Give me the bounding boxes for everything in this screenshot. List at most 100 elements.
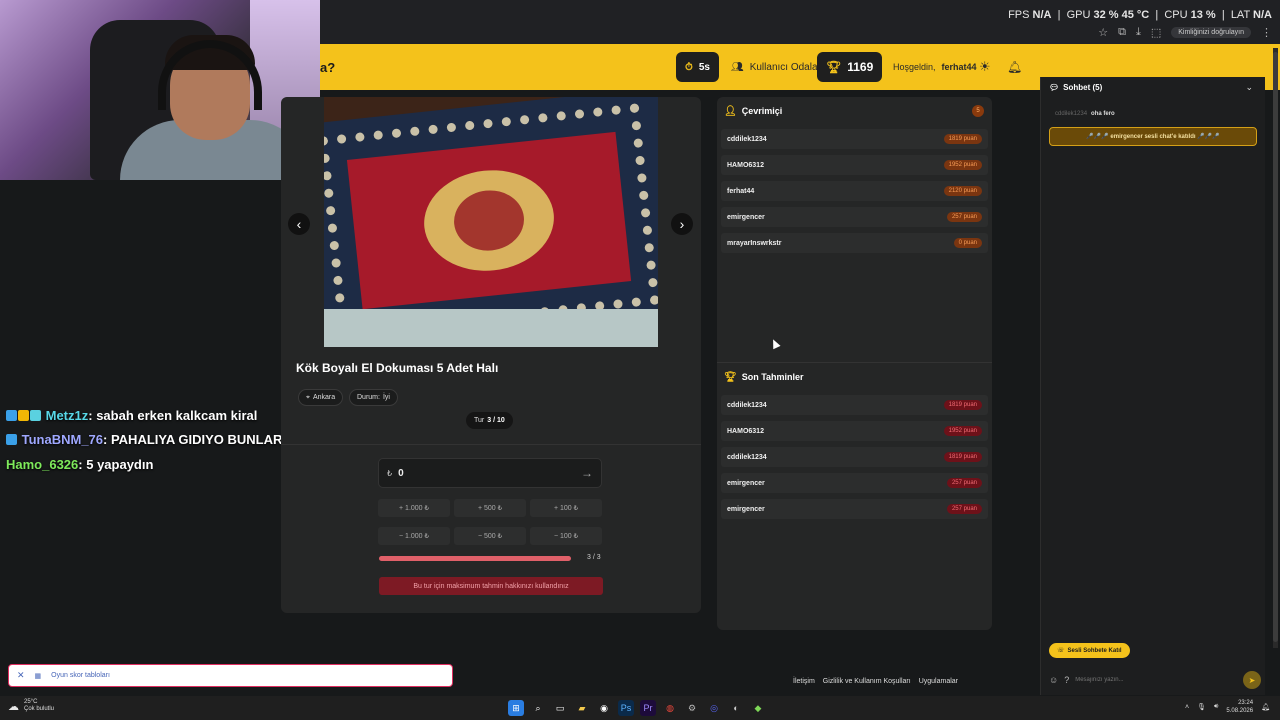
footer-links: İletişim Gizlilik ve Kullanım Koşulları …	[793, 678, 958, 685]
voice-join-notice: 🎤🎤🎤 emirgencer sesli chat'e katıldı 🎤🎤🎤	[1049, 127, 1257, 146]
product-title: Kök Boyalı El Dokuması 5 Adet Halı	[296, 361, 499, 375]
guess-row: emirgencer 257 puan	[721, 499, 988, 519]
guess-row: HAMO6312 1952 puan	[721, 421, 988, 441]
player-row: ferhat44 2120 puan	[721, 181, 988, 201]
product-card: ‹ › Kök Boyalı El Dokuması 5 Adet Halı ⌖…	[281, 97, 701, 613]
join-voice-chat-button[interactable]: ☏ Sesli Sohbete Katıl	[1049, 643, 1130, 658]
trophy-icon: 🏆︎	[724, 371, 737, 383]
trophy-icon: 🏆︎	[826, 60, 842, 74]
speaker-icon[interactable]: 🔊︎	[1214, 703, 1218, 711]
subtract-100-button[interactable]: − 100 ₺	[530, 527, 602, 545]
subtract-500-button[interactable]: − 500 ₺	[454, 527, 526, 545]
taskbar-apps: ⊞ ⌕ ▭ ▰ ◉ Ps Pr ◍ ⚙ ◎ ◐ ◆	[508, 700, 766, 716]
chat-bubble-icon: 💬︎	[1049, 83, 1060, 92]
max-guess-button[interactable]: Bu tur için maksimum tahmin hakkınızı ku…	[379, 577, 603, 595]
privacy-link[interactable]: Gizlilik ve Kullanım Koşulları	[823, 678, 911, 685]
condition-chip: Durum: İyi	[349, 389, 398, 406]
browser-toolbar: ☆ ⧉ ⤓ ⬚ Kimliğinizi doğrulayın ⋮	[1098, 24, 1272, 40]
weather-widget[interactable]: ☁ 25°C Çok bulutlu	[8, 699, 54, 713]
browser-topbar: FPS N/A | GPU 32 % 45 °C | CPU 13 % | LA…	[320, 0, 1280, 44]
add-100-button[interactable]: + 100 ₺	[530, 499, 602, 517]
taskbar: ☁ 25°C Çok bulutlu ⊞ ⌕ ▭ ▰ ◉ Ps Pr ◍ ⚙ ◎ …	[0, 696, 1280, 720]
search-icon[interactable]: ⌕	[530, 700, 546, 716]
player-row: HAMO6312 1952 puan	[721, 155, 988, 175]
performance-overlay: FPS N/A | GPU 32 % 45 °C | CPU 13 % | LA…	[1008, 9, 1272, 21]
guess-row: cddilek1234 1819 puan	[721, 395, 988, 415]
timer-badge: ⏱ 5s	[676, 52, 719, 82]
settings-icon[interactable]: ⚙	[684, 700, 700, 716]
guess-count: 3 / 3	[587, 554, 601, 561]
chrome-icon[interactable]: ◍	[662, 700, 678, 716]
premiere-icon[interactable]: Pr	[640, 700, 656, 716]
round-indicator: Tur 3 / 10	[466, 412, 513, 429]
chat-message-input[interactable]	[1075, 671, 1237, 689]
online-count-badge: 5	[972, 105, 984, 117]
apps-link[interactable]: Uygulamalar	[919, 678, 958, 685]
guess-row: cddilek1234 1819 puan	[721, 447, 988, 467]
folder-icon[interactable]: ▰	[574, 700, 590, 716]
steam-icon[interactable]: ◐	[728, 700, 744, 716]
users-icon: 👥︎	[731, 61, 744, 73]
player-row: cddilek1234 1819 puan	[721, 129, 988, 149]
chevron-left-icon[interactable]: ‹	[288, 213, 310, 235]
add-1000-button[interactable]: + 1.000 ₺	[378, 499, 450, 517]
star-icon[interactable]: ☆	[1098, 26, 1108, 39]
guess-row: emirgencer 257 puan	[721, 473, 988, 493]
chat-input-row: ☺ ? ➤	[1049, 669, 1261, 691]
discord-icon[interactable]: ◎	[706, 700, 722, 716]
recent-guesses-header: 🏆︎ Son Tahminler	[724, 371, 804, 383]
players-panel: 👤︎ Çevrimiçi 5 cddilek1234 1819 puan HAMO…	[717, 97, 992, 630]
sun-icon[interactable]: ☀︎	[970, 52, 1000, 82]
chat-message: cddilek1234 oha fero	[1055, 111, 1115, 117]
divider	[717, 362, 992, 363]
price-input[interactable]	[398, 467, 581, 479]
chevron-down-icon[interactable]: ⌄	[1245, 82, 1253, 93]
chat-header: 💬︎ Sohbet (5)	[1049, 83, 1103, 92]
verify-identity-button[interactable]: Kimliğinizi doğrulayın	[1171, 26, 1251, 38]
photoshop-icon[interactable]: Ps	[618, 700, 634, 716]
screenshot-icon[interactable]: ⬚	[1151, 26, 1161, 39]
price-guess-field[interactable]: ₺ →	[378, 458, 602, 488]
download-icon[interactable]: ⤓	[1136, 26, 1141, 39]
stream-chat-message: Hamo_6326: 5 yapaydın	[6, 457, 154, 472]
scrollbar[interactable]	[1273, 48, 1278, 648]
product-image	[324, 97, 658, 347]
cloud-icon: ☁	[8, 700, 19, 713]
send-icon[interactable]: ➤	[1243, 671, 1261, 689]
extensions-icon[interactable]: ⧉	[1118, 26, 1126, 39]
close-icon[interactable]: ✕	[17, 670, 25, 681]
stream-chat-message: TunaBNM_76: PAHALIYA GIDIYO BUNLAR	[6, 432, 282, 447]
arrow-right-icon[interactable]: →	[581, 466, 593, 480]
decrement-buttons: − 1.000 ₺ − 500 ₺ − 100 ₺	[378, 527, 602, 545]
users-icon: 👤︎	[724, 105, 737, 117]
timer-icon: ⏱	[685, 61, 693, 73]
subtract-1000-button[interactable]: − 1.000 ₺	[378, 527, 450, 545]
contact-link[interactable]: İletişim	[793, 678, 815, 685]
phone-icon: ☏	[1057, 648, 1065, 654]
guess-progress-fill	[379, 556, 571, 561]
task-view-icon[interactable]: ▭	[552, 700, 568, 716]
notification-icon[interactable]: 🔔︎	[1261, 703, 1270, 711]
score-badge[interactable]: 🏆︎ 1169	[817, 52, 883, 82]
add-500-button[interactable]: + 500 ₺	[454, 499, 526, 517]
stream-chat-message: Metz1z: sabah erken kalkcam kiral	[6, 408, 257, 423]
location-chip: ⌖ Ankara	[298, 389, 344, 406]
obs-icon[interactable]: ◉	[596, 700, 612, 716]
chevron-right-icon[interactable]: ›	[671, 213, 693, 235]
increment-buttons: + 1.000 ₺ + 500 ₺ + 100 ₺	[378, 499, 602, 517]
windows-start-icon[interactable]: ⊞	[508, 700, 524, 716]
system-tray: ˄ 🎙︎ 🔊︎ 23:24 5.08.2026 🔔︎	[1185, 699, 1270, 715]
help-icon[interactable]: ?	[1064, 675, 1069, 685]
online-header: 👤︎ Çevrimiçi	[724, 105, 783, 117]
mic-icon[interactable]: 🎙︎	[1197, 703, 1206, 711]
menu-icon[interactable]: ⋮	[1261, 26, 1272, 39]
chevron-up-icon[interactable]: ˄	[1185, 704, 1189, 711]
player-row: emirgencer 257 puan	[721, 207, 988, 227]
clock[interactable]: 23:24 5.08.2026	[1226, 699, 1253, 715]
bell-icon[interactable]: 🔔︎	[998, 52, 1031, 82]
emoji-icon[interactable]: ☺	[1049, 675, 1058, 685]
app-icon[interactable]: ◆	[750, 700, 766, 716]
notification-bar[interactable]: ✕ ▦ Oyun skor tabloları	[8, 664, 453, 687]
table-icon: ▦	[34, 672, 42, 680]
chat-panel: 💬︎ Sohbet (5) ⌄ cddilek1234 oha fero 🎤🎤🎤 …	[1040, 77, 1265, 695]
